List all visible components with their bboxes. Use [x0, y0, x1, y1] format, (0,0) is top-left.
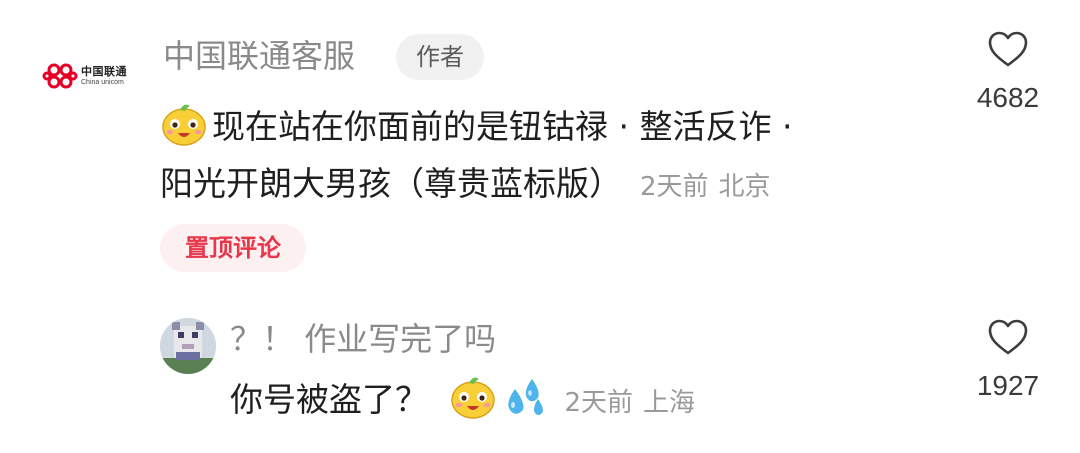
- logo-text-cn: 中国联通: [81, 65, 127, 78]
- author-badge: 作者: [396, 34, 484, 80]
- reply-time: 2天前: [564, 388, 634, 418]
- comment-time: 2天前: [640, 172, 709, 202]
- heart-outline-icon: [988, 31, 1028, 67]
- comment-user-name[interactable]: 中国联通客服: [163, 36, 355, 76]
- logo-text-en: China unicom: [81, 79, 124, 86]
- like-count: 1927: [976, 370, 1040, 401]
- like-count: 4682: [976, 82, 1040, 113]
- reply-location: 上海: [643, 388, 696, 418]
- comment-text[interactable]: 现在站在你面前的是钮钴禄 · 整活反诈 · 阳光开朗大男孩（尊贵蓝标版） 2天前北…: [160, 98, 900, 216]
- like-button[interactable]: 4682: [968, 30, 1048, 114]
- pinned-comment-badge: 置顶评论: [160, 224, 306, 272]
- avatar-china-unicom[interactable]: 中国联通 China unicom: [42, 56, 134, 96]
- reply-text[interactable]: 你号被盗了？ 2天前 上海: [230, 370, 695, 433]
- pixel-art-avatar-icon: [160, 318, 216, 374]
- comment-location: 北京: [718, 172, 771, 202]
- heart-outline-icon: [988, 319, 1028, 355]
- smiling-face-emoji-icon: [162, 104, 206, 146]
- comment-text-line2: 阳光开朗大男孩（尊贵蓝标版）: [160, 164, 622, 203]
- sweat-drops-emoji-icon: [507, 379, 543, 415]
- reply-text-content: 你号被盗了？: [230, 380, 428, 419]
- reply-user-name[interactable]: ？！ 作业写完了吗: [230, 318, 496, 360]
- avatar[interactable]: [160, 318, 216, 374]
- comment-text-line1: 现在站在你面前的是钮钴禄 · 整活反诈 ·: [212, 107, 793, 146]
- china-unicom-logo-icon: [42, 63, 78, 89]
- like-button[interactable]: 1927: [968, 318, 1048, 402]
- smiling-face-emoji-icon: [450, 377, 495, 419]
